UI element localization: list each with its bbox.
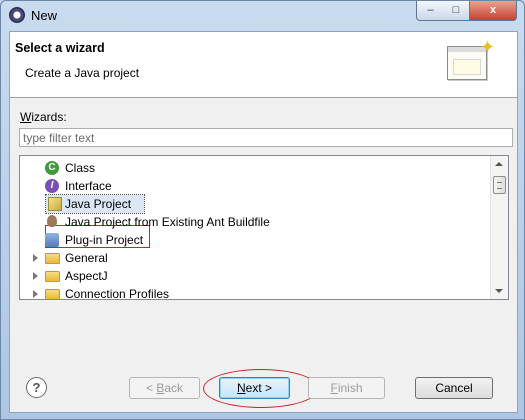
title-bar[interactable]: New – □ x <box>1 1 524 29</box>
sparkle-icon: ✦ <box>480 37 496 57</box>
finish-button[interactable]: Finish <box>308 377 385 399</box>
close-button[interactable]: x <box>469 1 517 21</box>
back-button[interactable]: < Back <box>129 377 200 399</box>
folder-icon <box>45 253 60 264</box>
banner-title: Select a wizard <box>15 41 105 55</box>
scroll-down-icon[interactable] <box>495 289 503 293</box>
java-project-icon <box>48 197 62 211</box>
expand-arrow-icon[interactable] <box>33 290 38 298</box>
expand-arrow-icon[interactable] <box>33 254 38 262</box>
expand-arrow-icon[interactable] <box>33 272 38 280</box>
eclipse-icon <box>9 7 25 23</box>
scroll-thumb[interactable] <box>493 176 506 194</box>
folder-icon <box>45 289 60 299</box>
class-icon: C <box>45 161 59 175</box>
plugin-icon <box>45 233 59 247</box>
highlight-next-button <box>203 369 319 408</box>
ant-icon <box>47 215 57 227</box>
help-icon[interactable]: ? <box>26 377 47 398</box>
filter-input[interactable] <box>19 128 513 147</box>
new-wizard-window: New – □ x Select a wizard Create a Java … <box>0 0 525 420</box>
tree-item-java-project[interactable]: Java Project <box>45 194 145 214</box>
scroll-up-icon[interactable] <box>495 162 503 166</box>
interface-icon: I <box>45 179 59 193</box>
wizard-banner: Select a wizard Create a Java project ✦ <box>10 32 517 98</box>
maximize-button[interactable]: □ <box>443 1 470 21</box>
window-title: New <box>31 8 58 23</box>
dialog-client: Select a wizard Create a Java project ✦ … <box>9 31 518 413</box>
wizard-tree[interactable]: C Class I Interface Java Project Java Pr… <box>19 155 509 300</box>
tree-scrollbar[interactable] <box>490 156 508 299</box>
minimize-button[interactable]: – <box>416 1 445 21</box>
wizards-label: Wizards: <box>20 110 67 124</box>
folder-icon <box>45 271 60 282</box>
banner-description: Create a Java project <box>25 66 140 80</box>
cancel-button[interactable]: Cancel <box>415 377 493 399</box>
